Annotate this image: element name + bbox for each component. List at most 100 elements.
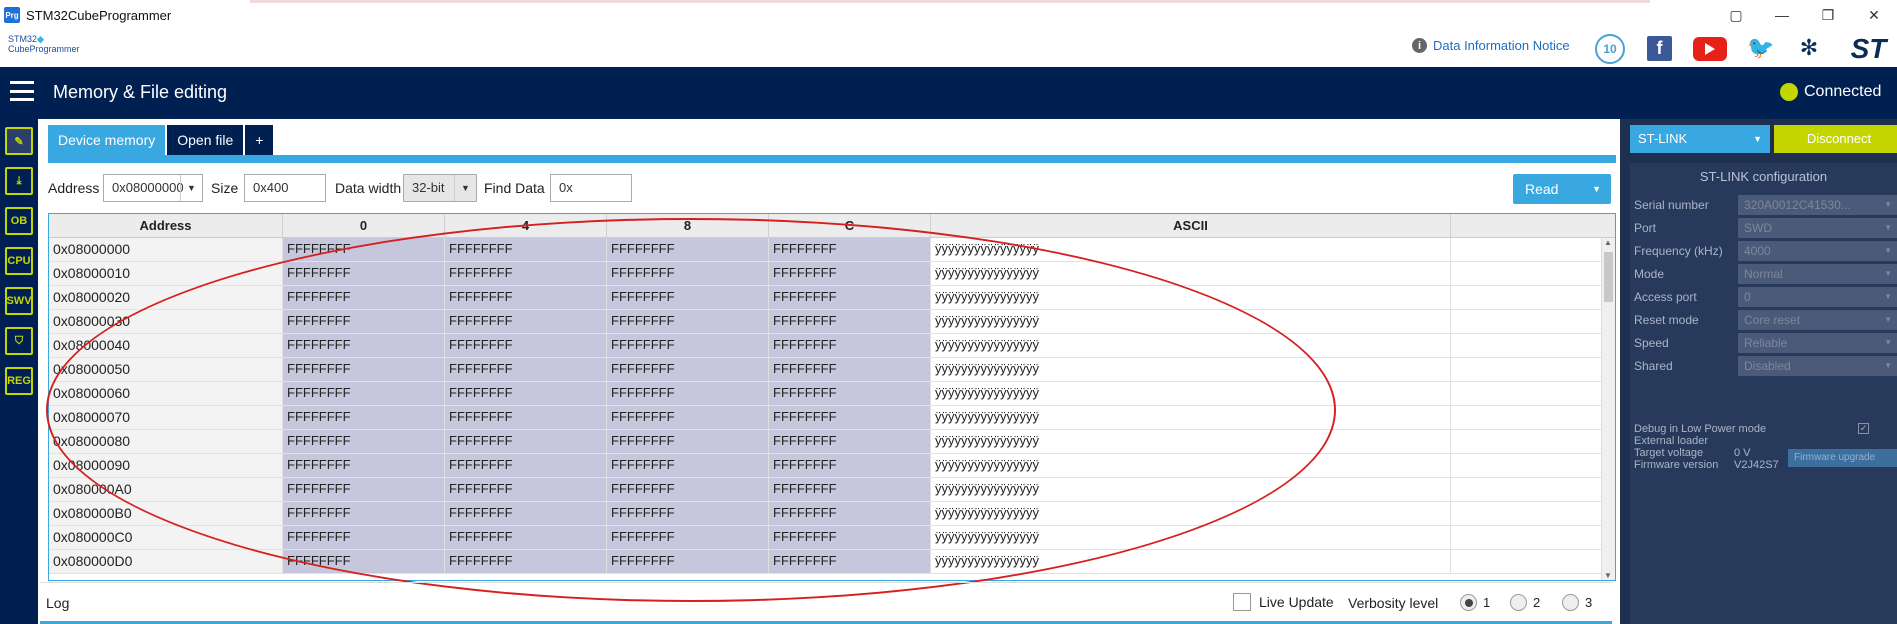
cell-word-0[interactable]: FFFFFFFF bbox=[283, 310, 445, 333]
cell-word-c[interactable]: FFFFFFFF bbox=[769, 502, 931, 525]
col-c[interactable]: C bbox=[769, 214, 931, 237]
cell-word-0[interactable]: FFFFFFFF bbox=[283, 454, 445, 477]
table-row[interactable]: 0x08000000 FFFFFFFF FFFFFFFF FFFFFFFF FFFFFF… bbox=[49, 238, 1615, 262]
cell-word-8[interactable]: FFFFFFFF bbox=[607, 454, 769, 477]
radio-icon[interactable] bbox=[1562, 594, 1579, 611]
cell-word-c[interactable]: FFFFFFFF bbox=[769, 550, 931, 573]
tab-add[interactable]: + bbox=[245, 125, 274, 155]
cell-word-0[interactable]: FFFFFFFF bbox=[283, 358, 445, 381]
cell-word-4[interactable]: FFFFFFFF bbox=[445, 238, 607, 261]
scroll-down-icon[interactable]: ▼ bbox=[1604, 571, 1612, 580]
cell-word-8[interactable]: FFFFFFFF bbox=[607, 406, 769, 429]
cell-word-4[interactable]: FFFFFFFF bbox=[445, 358, 607, 381]
table-row[interactable]: 0x08000090 FFFFFFFF FFFFFFFF FFFFFFFF FFFFFF… bbox=[49, 454, 1615, 478]
cell-ascii[interactable]: ÿÿÿÿÿÿÿÿÿÿÿÿÿÿÿÿ bbox=[931, 526, 1451, 549]
chevron-down-icon[interactable]: ▼ bbox=[180, 175, 202, 201]
cell-ascii[interactable]: ÿÿÿÿÿÿÿÿÿÿÿÿÿÿÿÿ bbox=[931, 286, 1451, 309]
cell-word-0[interactable]: FFFFFFFF bbox=[283, 286, 445, 309]
table-row[interactable]: 0x08000020 FFFFFFFF FFFFFFFF FFFFFFFF FFFFFF… bbox=[49, 286, 1615, 310]
cell-word-0[interactable]: FFFFFFFF bbox=[283, 430, 445, 453]
cell-ascii[interactable]: ÿÿÿÿÿÿÿÿÿÿÿÿÿÿÿÿ bbox=[931, 334, 1451, 357]
cell-word-8[interactable]: FFFFFFFF bbox=[607, 238, 769, 261]
cell-word-4[interactable]: FFFFFFFF bbox=[445, 310, 607, 333]
table-row[interactable]: 0x08000030 FFFFFFFF FFFFFFFF FFFFFFFF FFFFFF… bbox=[49, 310, 1615, 334]
cell-ascii[interactable]: ÿÿÿÿÿÿÿÿÿÿÿÿÿÿÿÿ bbox=[931, 310, 1451, 333]
cell-word-c[interactable]: FFFFFFFF bbox=[769, 310, 931, 333]
cell-word-4[interactable]: FFFFFFFF bbox=[445, 262, 607, 285]
sidebar-item-cpu[interactable]: CPU bbox=[5, 247, 33, 275]
col-address[interactable]: Address bbox=[49, 214, 283, 237]
find-data-input[interactable]: 0x bbox=[550, 174, 632, 202]
sidebar-item-download[interactable]: ⤓ bbox=[5, 167, 33, 195]
network-icon[interactable]: ✻ bbox=[1795, 34, 1823, 62]
cell-address[interactable]: 0x08000090 bbox=[49, 454, 283, 477]
cell-word-c[interactable]: FFFFFFFF bbox=[769, 358, 931, 381]
chevron-down-icon[interactable]: ▼ bbox=[454, 175, 476, 201]
cell-word-0[interactable]: FFFFFFFF bbox=[283, 334, 445, 357]
scroll-thumb[interactable] bbox=[1604, 252, 1613, 302]
cell-word-8[interactable]: FFFFFFFF bbox=[607, 358, 769, 381]
sidebar-item-ob[interactable]: OB bbox=[5, 207, 33, 235]
verbosity-radio-1[interactable]: 1 bbox=[1460, 594, 1490, 611]
config-select[interactable]: Core reset ▼ bbox=[1738, 310, 1897, 330]
read-button[interactable]: Read ▼ bbox=[1513, 174, 1611, 204]
col-4[interactable]: 4 bbox=[445, 214, 607, 237]
chevron-down-icon[interactable]: ▼ bbox=[1592, 174, 1601, 204]
cell-word-8[interactable]: FFFFFFFF bbox=[607, 478, 769, 501]
cell-address[interactable]: 0x08000080 bbox=[49, 430, 283, 453]
cell-word-c[interactable]: FFFFFFFF bbox=[769, 334, 931, 357]
table-scrollbar[interactable]: ▲ ▼ bbox=[1601, 238, 1615, 580]
config-select[interactable]: Normal ▼ bbox=[1738, 264, 1897, 284]
cell-address[interactable]: 0x080000D0 bbox=[49, 550, 283, 573]
cell-ascii[interactable]: ÿÿÿÿÿÿÿÿÿÿÿÿÿÿÿÿ bbox=[931, 382, 1451, 405]
cell-ascii[interactable]: ÿÿÿÿÿÿÿÿÿÿÿÿÿÿÿÿ bbox=[931, 550, 1451, 573]
config-select[interactable]: 320A0012C41530... ▼ bbox=[1738, 195, 1897, 215]
cell-address[interactable]: 0x08000010 bbox=[49, 262, 283, 285]
cell-word-0[interactable]: FFFFFFFF bbox=[283, 262, 445, 285]
table-row[interactable]: 0x080000C0 FFFFFFFF FFFFFFFF FFFFFFFF FFFFFF… bbox=[49, 526, 1615, 550]
cell-ascii[interactable]: ÿÿÿÿÿÿÿÿÿÿÿÿÿÿÿÿ bbox=[931, 262, 1451, 285]
cell-word-c[interactable]: FFFFFFFF bbox=[769, 430, 931, 453]
table-row[interactable]: 0x08000040 FFFFFFFF FFFFFFFF FFFFFFFF FFFFFF… bbox=[49, 334, 1615, 358]
cell-word-0[interactable]: FFFFFFFF bbox=[283, 550, 445, 573]
chevron-down-icon[interactable]: ▼ bbox=[1884, 218, 1892, 238]
chevron-down-icon[interactable]: ▼ bbox=[1884, 241, 1892, 261]
cell-word-4[interactable]: FFFFFFFF bbox=[445, 526, 607, 549]
config-select[interactable]: Reliable ▼ bbox=[1738, 333, 1897, 353]
cell-word-8[interactable]: FFFFFFFF bbox=[607, 526, 769, 549]
chevron-down-icon[interactable]: ▼ bbox=[1884, 310, 1892, 330]
table-row[interactable]: 0x080000A0 FFFFFFFF FFFFFFFF FFFFFFFF FFFFFF… bbox=[49, 478, 1615, 502]
data-notice-link[interactable]: i Data Information Notice bbox=[1412, 38, 1570, 53]
cell-word-c[interactable]: FFFFFFFF bbox=[769, 238, 931, 261]
cell-word-4[interactable]: FFFFFFFF bbox=[445, 406, 607, 429]
cell-word-c[interactable]: FFFFFFFF bbox=[769, 382, 931, 405]
cell-word-8[interactable]: FFFFFFFF bbox=[607, 502, 769, 525]
cell-address[interactable]: 0x08000030 bbox=[49, 310, 283, 333]
cell-word-4[interactable]: FFFFFFFF bbox=[445, 334, 607, 357]
radio-icon[interactable] bbox=[1510, 594, 1527, 611]
address-combo[interactable]: 0x08000000 ▼ bbox=[103, 174, 203, 202]
anniversary-badge-icon[interactable]: 10 bbox=[1595, 34, 1625, 64]
menu-icon[interactable] bbox=[10, 81, 34, 101]
chevron-down-icon[interactable]: ▼ bbox=[1884, 333, 1892, 353]
config-select[interactable]: Disabled ▼ bbox=[1738, 356, 1897, 376]
restore-icon[interactable]: ▢ bbox=[1713, 0, 1759, 30]
sidebar-item-reg[interactable]: REG bbox=[5, 367, 33, 395]
cell-word-c[interactable]: FFFFFFFF bbox=[769, 262, 931, 285]
verbosity-radio-2[interactable]: 2 bbox=[1510, 594, 1540, 611]
table-row[interactable]: 0x08000070 FFFFFFFF FFFFFFFF FFFFFFFF FFFFFF… bbox=[49, 406, 1615, 430]
cell-word-c[interactable]: FFFFFFFF bbox=[769, 406, 931, 429]
chevron-down-icon[interactable]: ▼ bbox=[1753, 125, 1762, 153]
table-row[interactable]: 0x080000D0 FFFFFFFF FFFFFFFF FFFFFFFF FFFFFF… bbox=[49, 550, 1615, 574]
maximize-icon[interactable]: ❐ bbox=[1805, 0, 1851, 30]
live-update-toggle[interactable]: Live Update bbox=[1233, 593, 1334, 611]
config-select[interactable]: 4000 ▼ bbox=[1738, 241, 1897, 261]
cell-ascii[interactable]: ÿÿÿÿÿÿÿÿÿÿÿÿÿÿÿÿ bbox=[931, 358, 1451, 381]
cell-ascii[interactable]: ÿÿÿÿÿÿÿÿÿÿÿÿÿÿÿÿ bbox=[931, 430, 1451, 453]
cell-word-0[interactable]: FFFFFFFF bbox=[283, 502, 445, 525]
cell-word-4[interactable]: FFFFFFFF bbox=[445, 550, 607, 573]
chevron-down-icon[interactable]: ▼ bbox=[1884, 356, 1892, 376]
cell-address[interactable]: 0x080000A0 bbox=[49, 478, 283, 501]
sidebar-item-security[interactable]: ⛉ bbox=[5, 327, 33, 355]
table-row[interactable]: 0x08000080 FFFFFFFF FFFFFFFF FFFFFFFF FFFFFF… bbox=[49, 430, 1615, 454]
